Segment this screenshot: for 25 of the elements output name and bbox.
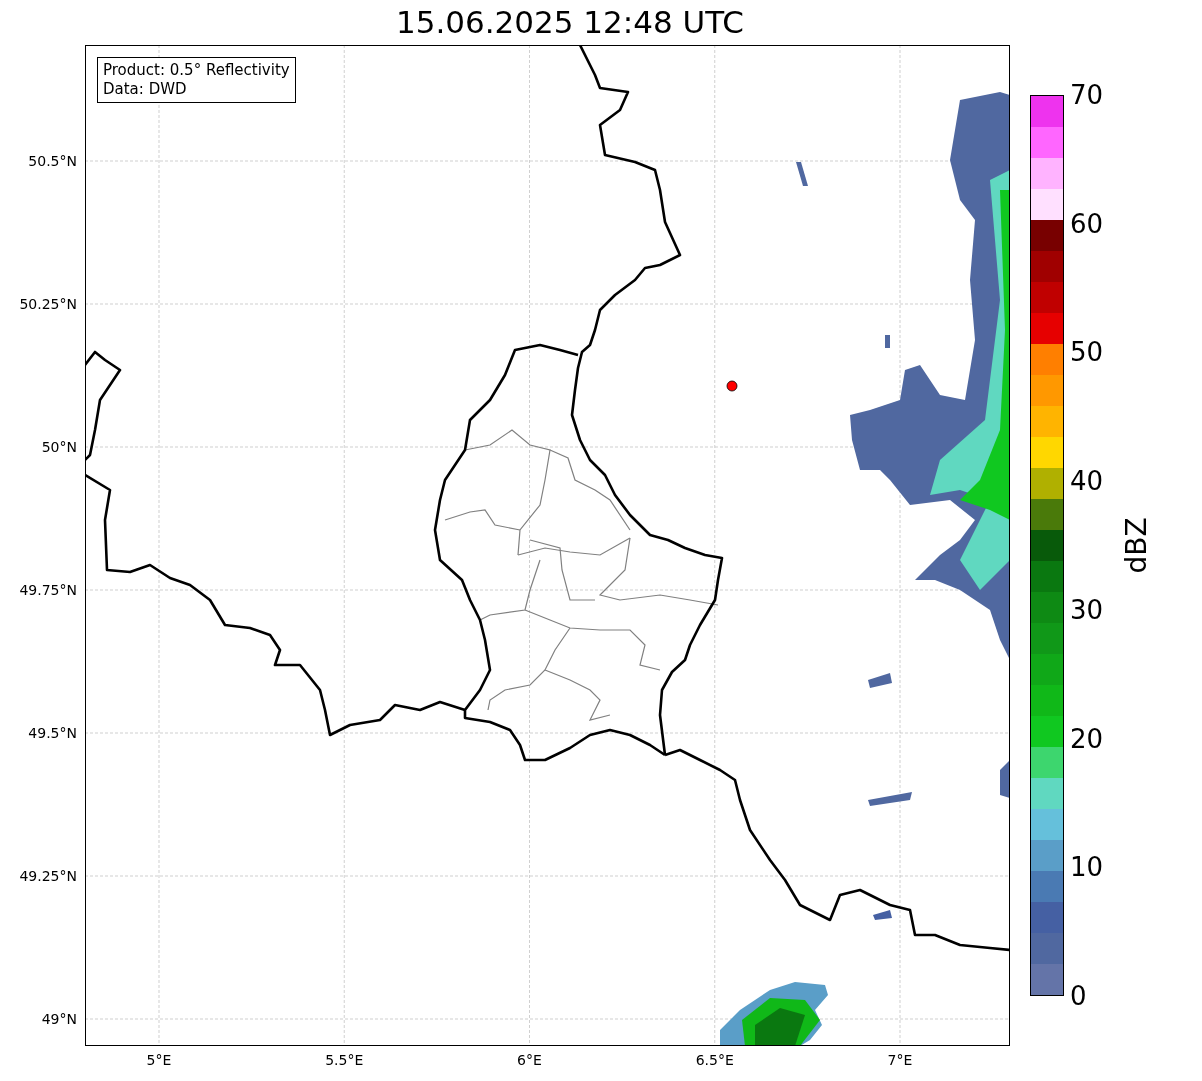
y-tick-label: 50.25°N	[19, 296, 77, 312]
colorbar-tick-label: 20	[1070, 723, 1104, 754]
legend-text: Data: DWD	[103, 80, 188, 99]
chart-title: 15.06.2025 12:48 UTC	[396, 3, 744, 42]
colorbar-tick-label: 10	[1070, 852, 1104, 883]
x-tick-label: 7°E	[887, 1052, 913, 1068]
y-tick-label: 50°N	[41, 439, 77, 455]
y-tick-label: 49.5°N	[28, 725, 77, 741]
y-tick-label: 50.5°N	[28, 153, 77, 169]
x-tick-label: 6°E	[517, 1052, 542, 1068]
colorbar-tick-label: 30	[1070, 594, 1104, 625]
colorbar-tick-label: 50	[1070, 337, 1104, 368]
x-tick-label: 6.5°E	[695, 1052, 734, 1068]
y-tick-label: 49.25°N	[19, 868, 77, 884]
colorbar-tick-label: 70	[1070, 80, 1104, 110]
colorbar-tick-label: 60	[1070, 208, 1104, 239]
colorbar-tick-label: 0	[1070, 981, 1087, 1011]
colorbar-tick-label: 40	[1070, 466, 1104, 497]
x-tick-label: 5.5°E	[325, 1052, 364, 1068]
x-tick-label: 5°E	[146, 1052, 172, 1068]
colorbar-label: dBZ	[1119, 517, 1153, 574]
y-tick-label: 49.75°N	[19, 582, 77, 598]
radar-site-marker	[726, 380, 738, 392]
legend-text: Product: 0.5° Reflectivity	[103, 61, 290, 80]
y-tick-label: 49°N	[41, 1011, 77, 1027]
